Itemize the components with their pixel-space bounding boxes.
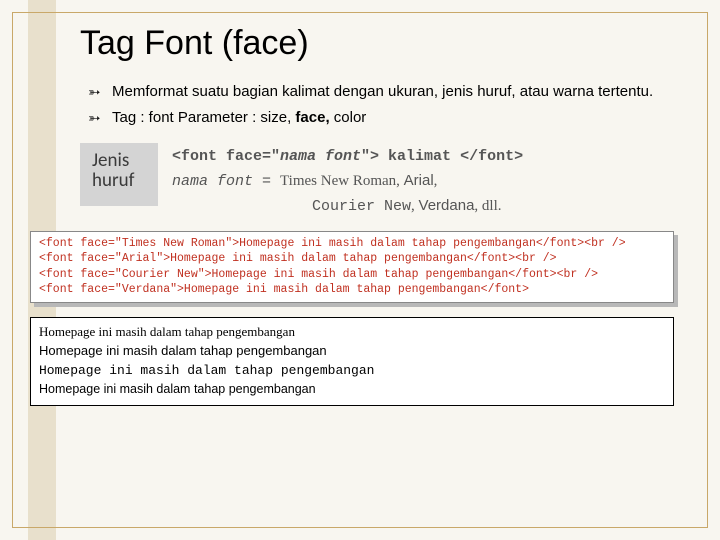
jenis-huruf-label: Jenis huruf xyxy=(80,143,158,207)
output-line: Homepage ini masih dalam tahap pengemban… xyxy=(39,322,665,342)
code-line: <font face="Courier New">Homepage ini ma… xyxy=(39,267,665,283)
bullet-list: ➳ Memformat suatu bagian kalimat dengan … xyxy=(80,81,680,129)
slide-title: Tag Font (face) xyxy=(80,24,680,63)
output-box: Homepage ini masih dalam tahap pengemban… xyxy=(30,317,674,406)
output-line: Homepage ini masih dalam tahap pengemban… xyxy=(39,380,665,399)
code-example-box: <font face="Times New Roman">Homepage in… xyxy=(30,231,674,303)
bullet-icon: ➳ xyxy=(88,82,101,104)
slide-content: Tag Font (face) ➳ Memformat suatu bagian… xyxy=(0,0,720,426)
bullet-text: Memformat suatu bagian kalimat dengan uk… xyxy=(112,83,653,100)
syntax-line2: nama font = Times New Roman, Arial, xyxy=(172,169,680,194)
syntax-row: Jenis huruf <font face="nama font"> kali… xyxy=(80,143,680,219)
syntax-line1: <font face="nama font"> kalimat </font> xyxy=(172,145,680,169)
code-line: <font face="Verdana">Homepage ini masih … xyxy=(39,282,665,298)
jenis-line1: Jenis xyxy=(92,151,146,172)
output-line: Homepage ini masih dalam tahap pengemban… xyxy=(39,361,665,381)
syntax-line3: Courier New, Verdana, dll. xyxy=(172,194,680,219)
syntax-block: <font face="nama font"> kalimat </font> … xyxy=(172,143,680,219)
bullet-text: Tag : font Parameter : size, face, color xyxy=(112,109,366,126)
bullet-icon: ➳ xyxy=(88,108,101,130)
jenis-line2: huruf xyxy=(92,171,146,192)
bullet-item: ➳ Tag : font Parameter : size, face, col… xyxy=(88,107,680,129)
bullet-item: ➳ Memformat suatu bagian kalimat dengan … xyxy=(88,81,680,103)
output-line: Homepage ini masih dalam tahap pengemban… xyxy=(39,341,665,361)
code-line: <font face="Times New Roman">Homepage in… xyxy=(39,236,665,252)
code-line: <font face="Arial">Homepage ini masih da… xyxy=(39,251,665,267)
